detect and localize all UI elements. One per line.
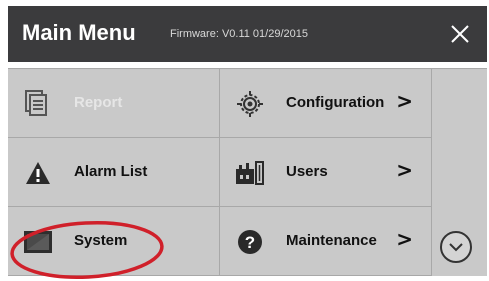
factory-icon [234, 158, 266, 188]
menu-item-users[interactable]: Users > [220, 138, 432, 207]
menu-item-report[interactable]: Report [8, 69, 220, 138]
firmware-version: Firmware: V0.11 01/29/2015 [170, 28, 308, 40]
menu-item-label: Configuration [286, 94, 385, 111]
report-icon [22, 89, 54, 119]
page-title: Main Menu [22, 20, 136, 45]
chevron-right-icon: > [396, 89, 413, 113]
menu-grid: Report Configuration > Alarm List Users … [8, 68, 432, 276]
chevron-right-icon: > [396, 227, 413, 251]
close-icon [451, 25, 469, 43]
menu-item-label: Alarm List [74, 163, 148, 180]
warning-icon [22, 158, 54, 188]
menu-item-label: System [74, 232, 128, 249]
chevron-down-icon [449, 243, 463, 252]
menu-item-configuration[interactable]: Configuration > [220, 69, 432, 138]
menu-item-label: Users [286, 163, 328, 180]
menu-item-label: Report [74, 94, 123, 111]
gear-icon [234, 89, 266, 119]
help-icon: ? [234, 227, 266, 257]
svg-text:?: ? [245, 233, 255, 252]
main-menu-window: Main Menu Firmware: V0.11 01/29/2015 Rep… [8, 6, 487, 279]
monitor-icon [22, 227, 54, 257]
menu-item-system[interactable]: System [8, 207, 220, 276]
scroll-down-button[interactable] [440, 231, 472, 263]
chevron-right-icon: > [396, 158, 413, 182]
menu-item-alarm-list[interactable]: Alarm List [8, 138, 220, 207]
menu-item-label: Maintenance [286, 232, 377, 249]
close-button[interactable] [442, 16, 478, 52]
header-bar: Main Menu Firmware: V0.11 01/29/2015 [8, 6, 487, 62]
menu-item-maintenance[interactable]: ? Maintenance > [220, 207, 432, 276]
scroll-column [432, 68, 487, 276]
